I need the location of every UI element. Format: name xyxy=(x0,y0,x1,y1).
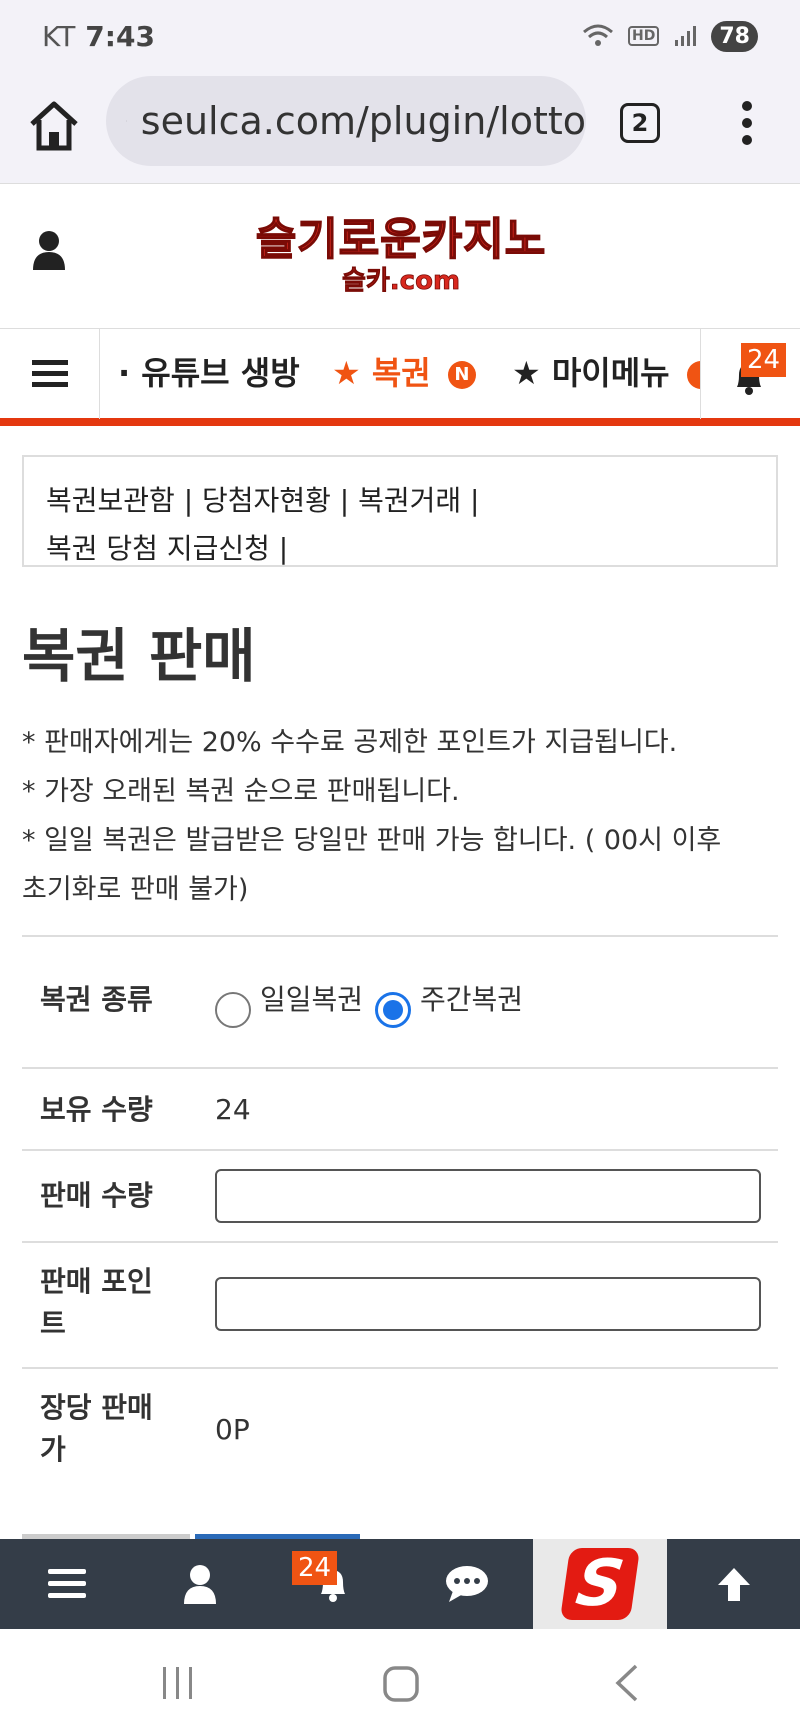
url-text[interactable]: seulca.com/plugin/lotto xyxy=(141,99,586,143)
bottom-chat-button[interactable] xyxy=(400,1539,533,1629)
notification-count-badge: 24 xyxy=(741,343,787,377)
nav-item-my-menu[interactable]: ★ 마이메뉴 xyxy=(512,353,700,393)
unit-price-value: 0P xyxy=(215,1413,250,1446)
hamburger-icon xyxy=(47,1569,86,1598)
recent-apps-icon[interactable] xyxy=(160,1665,196,1701)
status-bar: KT 7:43 HD 78 xyxy=(0,0,800,72)
home-icon[interactable] xyxy=(28,98,80,154)
hd-icon: HD xyxy=(628,26,660,46)
holding-label: 보유 수량 xyxy=(40,1093,153,1126)
holding-value: 24 xyxy=(215,1093,251,1126)
unit-price-label: 장당 판매 가 xyxy=(40,1387,153,1471)
status-icons: HD 78 xyxy=(582,20,758,52)
logo-sub-text: 슬카.com xyxy=(341,266,461,296)
lottery-submenu-line-2[interactable]: 복권 당첨 지급신청 | xyxy=(46,525,754,573)
logo-s-icon: S xyxy=(559,1547,641,1621)
notice-line: * 판매자에게는 20% 수수료 공제한 포인트가 지급됩니다. xyxy=(22,727,678,758)
notice-list: * 판매자에게는 20% 수수료 공제한 포인트가 지급됩니다. * 가장 오래… xyxy=(22,718,782,914)
holding-row: 보유 수량 24 xyxy=(22,1067,778,1149)
nav-scroll-area[interactable]: · 유튜브 생방 ★ 복권 N ★ 마이메뉴 xyxy=(100,329,700,419)
bottom-menu-button[interactable] xyxy=(0,1539,133,1629)
page-title: 복권 판매 xyxy=(22,622,256,690)
lottery-type-row: 복권 종류 일일복권 주간복권 xyxy=(22,935,778,1067)
new-badge: N xyxy=(447,361,476,389)
nav-item-lottery[interactable]: ★ 복권 N xyxy=(332,353,476,393)
tab-switcher-button[interactable]: 2 xyxy=(620,103,660,143)
bottom-profile-button[interactable] xyxy=(133,1539,266,1629)
notification-count-badge: 24 xyxy=(292,1551,338,1585)
unit-price-row: 장당 판매 가 0P xyxy=(22,1367,778,1493)
sell-point-label-line2: 트 xyxy=(40,1307,66,1340)
signal-icon xyxy=(675,26,697,46)
sell-qty-input[interactable] xyxy=(215,1169,761,1223)
back-icon[interactable] xyxy=(612,1663,640,1703)
sell-point-label: 판매 포인 트 xyxy=(40,1261,153,1345)
hamburger-icon xyxy=(31,360,68,387)
lottery-submenu-line-1[interactable]: 복권보관함 | 당첨자현황 | 복권거래 | xyxy=(46,477,754,525)
menu-toggle[interactable] xyxy=(0,329,100,419)
sell-qty-label: 판매 수량 xyxy=(40,1179,153,1212)
new-badge-partial xyxy=(686,361,700,389)
site-logo[interactable]: 슬기로운카지노 슬카.com xyxy=(236,213,566,303)
notice-line: 초기화로 판매 불가) xyxy=(22,874,249,905)
nav-item-youtube-live[interactable]: · 유튜브 생방 xyxy=(118,353,300,393)
battery-indicator: 78 xyxy=(711,20,758,52)
chat-icon xyxy=(445,1566,488,1602)
radio-daily-label[interactable]: 일일복권 xyxy=(260,979,363,1021)
site-header: 슬기로운카지노 슬카.com xyxy=(0,185,800,328)
notice-line: * 일일 복권은 발급받은 당일만 판매 가능 합니다. ( 00시 이후 xyxy=(22,825,722,856)
sell-qty-row: 판매 수량 xyxy=(22,1149,778,1241)
unit-price-label-line2: 가 xyxy=(40,1433,66,1466)
site-settings-icon[interactable] xyxy=(126,107,127,135)
notification-button[interactable]: 24 xyxy=(700,329,800,419)
sell-point-input[interactable] xyxy=(215,1277,761,1331)
carrier-label: KT xyxy=(42,19,76,53)
sell-form: 복권 종류 일일복권 주간복권 보유 수량 24 판매 수량 판매 포인 트 장… xyxy=(22,935,778,1493)
system-navigation-bar xyxy=(0,1629,800,1734)
unit-price-label-line1: 장당 판매 xyxy=(40,1391,153,1424)
wifi-icon xyxy=(583,24,614,46)
clock: 7:43 xyxy=(85,19,155,53)
home-nav-icon[interactable] xyxy=(382,1665,420,1703)
browser-toolbar: seulca.com/plugin/lotto 2 xyxy=(0,72,800,184)
radio-weekly-label[interactable]: 주간복권 xyxy=(420,979,523,1021)
sell-point-row: 판매 포인 트 xyxy=(22,1241,778,1367)
user-icon[interactable] xyxy=(32,230,66,270)
bottom-toolbar: 24 S xyxy=(0,1539,800,1629)
sell-point-label-line1: 판매 포인 xyxy=(40,1265,153,1298)
scroll-top-button[interactable] xyxy=(667,1539,800,1629)
lottery-type-label: 복권 종류 xyxy=(40,983,153,1016)
main-nav: · 유튜브 생방 ★ 복권 N ★ 마이메뉴 24 xyxy=(0,328,800,426)
radio-daily[interactable] xyxy=(215,992,251,1028)
radio-weekly[interactable] xyxy=(375,992,411,1028)
user-icon xyxy=(183,1565,216,1604)
nav-item-lottery-label: ★ 복권 xyxy=(332,354,431,392)
nav-item-my-menu-label: ★ 마이메뉴 xyxy=(512,354,670,392)
notice-line: * 가장 오래된 복권 순으로 판매됩니다. xyxy=(22,776,460,807)
address-bar[interactable]: seulca.com/plugin/lotto xyxy=(106,76,586,166)
bottom-logo-button[interactable]: S xyxy=(533,1539,667,1629)
more-menu-icon[interactable] xyxy=(732,98,762,148)
arrow-up-icon xyxy=(717,1568,750,1601)
bottom-notification-button[interactable]: 24 xyxy=(266,1539,400,1629)
logo-main-text: 슬기로운카지노 xyxy=(255,213,547,266)
lottery-submenu: 복권보관함 | 당첨자현황 | 복권거래 | 복권 당첨 지급신청 | xyxy=(22,455,778,567)
